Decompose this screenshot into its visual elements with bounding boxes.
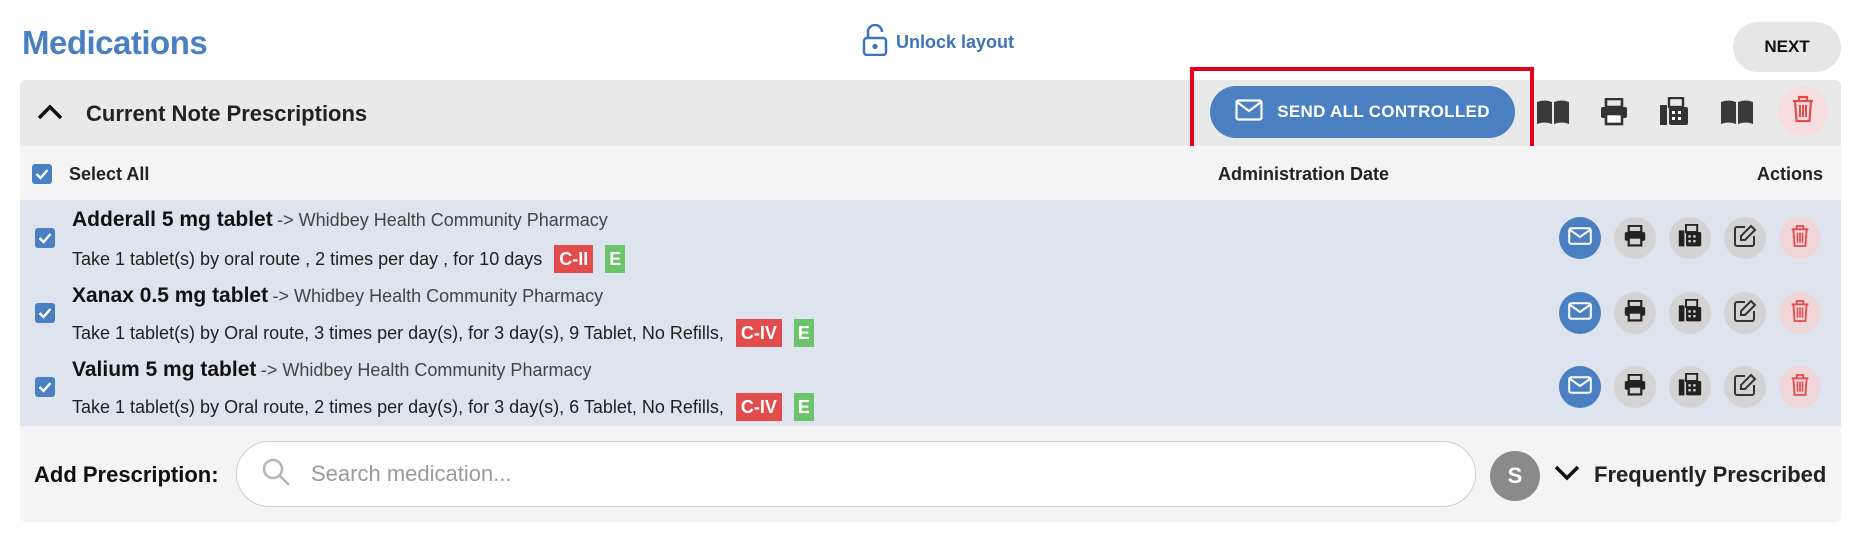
row-checkbox[interactable] xyxy=(35,228,55,248)
page-title: Medications xyxy=(22,24,208,61)
fax-button[interactable] xyxy=(1669,366,1711,408)
unlock-layout-button[interactable]: Unlock layout xyxy=(862,23,1015,61)
trash-icon xyxy=(1790,224,1810,253)
pharmacy-name: -> Whidbey Health Community Pharmacy xyxy=(272,286,604,306)
book-icon[interactable] xyxy=(1535,94,1571,130)
table-row: Valium 5 mg tablet -> Whidbey Health Com… xyxy=(72,358,591,382)
printer-icon[interactable] xyxy=(1596,94,1632,130)
frequently-prescribed-label: Frequently Prescribed xyxy=(1594,462,1827,487)
prescription-sig-line: Take 1 tablet(s) by oral route , 2 times… xyxy=(72,245,626,273)
print-button[interactable] xyxy=(1614,292,1656,334)
sig-text: Take 1 tablet(s) by oral route , 2 times… xyxy=(72,248,543,269)
epcs-badge: E xyxy=(605,245,626,273)
print-button[interactable] xyxy=(1614,366,1656,408)
chevron-up-icon[interactable] xyxy=(36,100,64,129)
add-prescription-label: Add Prescription: xyxy=(34,462,219,487)
printer-icon xyxy=(1623,373,1647,401)
table-row: Adderall 5 mg tablet -> Whidbey Health C… xyxy=(72,208,608,232)
fax-icon[interactable] xyxy=(1656,94,1692,130)
pharmacy-name: -> Whidbey Health Community Pharmacy xyxy=(277,210,608,230)
medication-name[interactable]: Adderall 5 mg tablet xyxy=(72,208,273,231)
row-actions xyxy=(1559,217,1821,259)
avatar[interactable]: S xyxy=(1490,451,1540,501)
book-icon[interactable] xyxy=(1719,94,1755,130)
edit-button[interactable] xyxy=(1724,292,1766,334)
printer-icon xyxy=(1623,299,1647,327)
edit-icon xyxy=(1733,373,1757,402)
schedule-badge: C-II xyxy=(554,245,594,273)
pharmacy-name: -> Whidbey Health Community Pharmacy xyxy=(260,360,592,380)
trash-icon xyxy=(1791,95,1815,128)
unlock-icon xyxy=(862,23,888,61)
send-button[interactable] xyxy=(1559,366,1601,408)
administration-date-header: Administration Date xyxy=(1218,164,1390,184)
sig-text: Take 1 tablet(s) by Oral route, 2 times … xyxy=(72,396,724,417)
medication-name[interactable]: Valium 5 mg tablet xyxy=(72,358,256,381)
trash-icon xyxy=(1790,373,1810,402)
row-actions xyxy=(1559,366,1821,408)
schedule-badge: C-IV xyxy=(735,393,782,421)
epcs-badge: E xyxy=(793,393,814,421)
next-button[interactable]: NEXT xyxy=(1733,22,1841,72)
actions-header: Actions xyxy=(1757,164,1824,184)
delete-button[interactable] xyxy=(1779,292,1821,334)
sig-text: Take 1 tablet(s) by Oral route, 3 times … xyxy=(72,322,724,343)
row-checkbox[interactable] xyxy=(35,377,55,397)
mail-icon xyxy=(1568,301,1592,325)
edit-button[interactable] xyxy=(1724,217,1766,259)
epcs-badge: E xyxy=(793,319,814,347)
trash-icon xyxy=(1790,299,1810,328)
fax-button[interactable] xyxy=(1669,217,1711,259)
prescription-sig-line: Take 1 tablet(s) by Oral route, 2 times … xyxy=(72,393,814,421)
delete-button[interactable] xyxy=(1779,366,1821,408)
search-input[interactable] xyxy=(309,460,1413,488)
fax-icon xyxy=(1678,298,1702,328)
medication-name[interactable]: Xanax 0.5 mg tablet xyxy=(72,284,268,307)
edit-icon xyxy=(1733,224,1757,253)
search-icon xyxy=(261,457,291,492)
schedule-badge: C-IV xyxy=(735,319,782,347)
fax-icon xyxy=(1678,372,1702,402)
table-row: Xanax 0.5 mg tablet -> Whidbey Health Co… xyxy=(72,284,603,308)
send-button[interactable] xyxy=(1559,217,1601,259)
mail-icon xyxy=(1568,226,1592,250)
row-actions xyxy=(1559,292,1821,334)
row-checkbox[interactable] xyxy=(35,303,55,323)
printer-icon xyxy=(1623,224,1647,252)
mail-icon xyxy=(1568,375,1592,399)
search-box[interactable] xyxy=(236,441,1476,507)
select-all-label: Select All xyxy=(69,164,150,184)
edit-button[interactable] xyxy=(1724,366,1766,408)
delete-button[interactable] xyxy=(1779,217,1821,259)
delete-all-button[interactable] xyxy=(1778,86,1828,136)
print-button[interactable] xyxy=(1614,217,1656,259)
fax-icon xyxy=(1678,223,1702,253)
highlight-box xyxy=(1190,67,1534,151)
frequently-prescribed-toggle[interactable]: Frequently Prescribed xyxy=(1554,462,1826,488)
chevron-down-icon xyxy=(1554,462,1580,488)
section-title: Current Note Prescriptions xyxy=(86,101,368,126)
unlock-layout-label: Unlock layout xyxy=(896,32,1015,52)
column-header-row xyxy=(20,146,1841,200)
send-button[interactable] xyxy=(1559,292,1601,334)
select-all-checkbox[interactable] xyxy=(32,164,52,184)
prescription-sig-line: Take 1 tablet(s) by Oral route, 3 times … xyxy=(72,319,814,347)
edit-icon xyxy=(1733,299,1757,328)
fax-button[interactable] xyxy=(1669,292,1711,334)
